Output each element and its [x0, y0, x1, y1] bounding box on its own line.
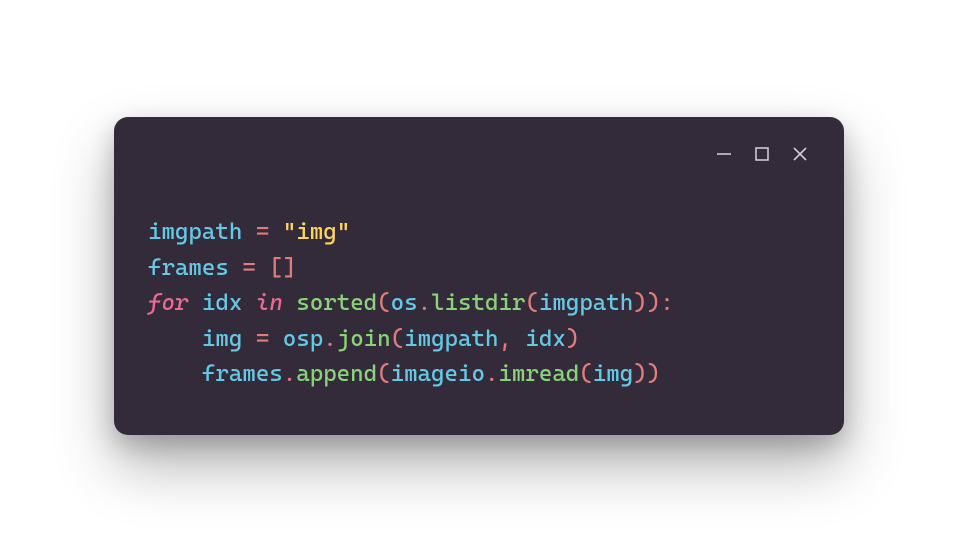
code-token: img [593, 361, 633, 387]
code-line: frames.append(imageio.imread(img)) [148, 357, 810, 393]
code-token: os [391, 290, 418, 316]
code-token [188, 290, 201, 316]
code-token [283, 290, 296, 316]
code-token: frames [148, 255, 229, 281]
code-token: "img" [283, 219, 350, 245]
code-token: join [337, 326, 391, 352]
code-token: ) [566, 326, 579, 352]
code-token: ( [579, 361, 592, 387]
code-token: imread [498, 361, 579, 387]
code-token: in [256, 290, 283, 316]
code-token [229, 255, 242, 281]
code-token: . [418, 290, 431, 316]
code-token [512, 326, 525, 352]
code-token: sorted [296, 290, 377, 316]
code-token: : [660, 290, 673, 316]
code-token: )) [633, 290, 660, 316]
code-token: imageio [391, 361, 485, 387]
code-token: = [242, 255, 255, 281]
close-icon[interactable] [790, 144, 810, 164]
maximize-icon[interactable] [752, 144, 772, 164]
code-token [242, 290, 255, 316]
code-token: imgpath [539, 290, 633, 316]
code-token: listdir [431, 290, 525, 316]
code-token: img [202, 326, 242, 352]
code-token [242, 219, 255, 245]
titlebar [148, 139, 810, 169]
code-token: ( [525, 290, 538, 316]
code-token [148, 361, 202, 387]
code-token: ( [377, 290, 390, 316]
code-line: imgpath = "img" [148, 215, 810, 251]
code-token: . [283, 361, 296, 387]
code-token: . [323, 326, 336, 352]
code-token: for [148, 290, 188, 316]
code-token: ( [377, 361, 390, 387]
editor-window: imgpath = "img"frames = []for idx in sor… [114, 117, 844, 435]
code-token [242, 326, 255, 352]
minimize-icon[interactable] [714, 144, 734, 164]
code-token [269, 219, 282, 245]
code-block: imgpath = "img"frames = []for idx in sor… [148, 215, 810, 393]
code-token: idx [525, 326, 565, 352]
code-token: imgpath [148, 219, 242, 245]
code-token: osp [283, 326, 323, 352]
code-token: , [498, 326, 511, 352]
stage: imgpath = "img"frames = []for idx in sor… [0, 0, 958, 552]
code-token: = [256, 326, 269, 352]
code-line: for idx in sorted(os.listdir(imgpath)): [148, 286, 810, 322]
code-token: )) [633, 361, 660, 387]
code-token [269, 326, 282, 352]
code-token: . [485, 361, 498, 387]
code-token: imgpath [404, 326, 498, 352]
code-token: ( [391, 326, 404, 352]
code-token [148, 326, 202, 352]
code-token: = [256, 219, 269, 245]
code-token: [] [269, 255, 296, 281]
code-line: frames = [] [148, 251, 810, 287]
code-line: img = osp.join(imgpath, idx) [148, 322, 810, 358]
code-token: append [296, 361, 377, 387]
code-token: frames [202, 361, 283, 387]
code-token [256, 255, 269, 281]
code-token: idx [202, 290, 242, 316]
